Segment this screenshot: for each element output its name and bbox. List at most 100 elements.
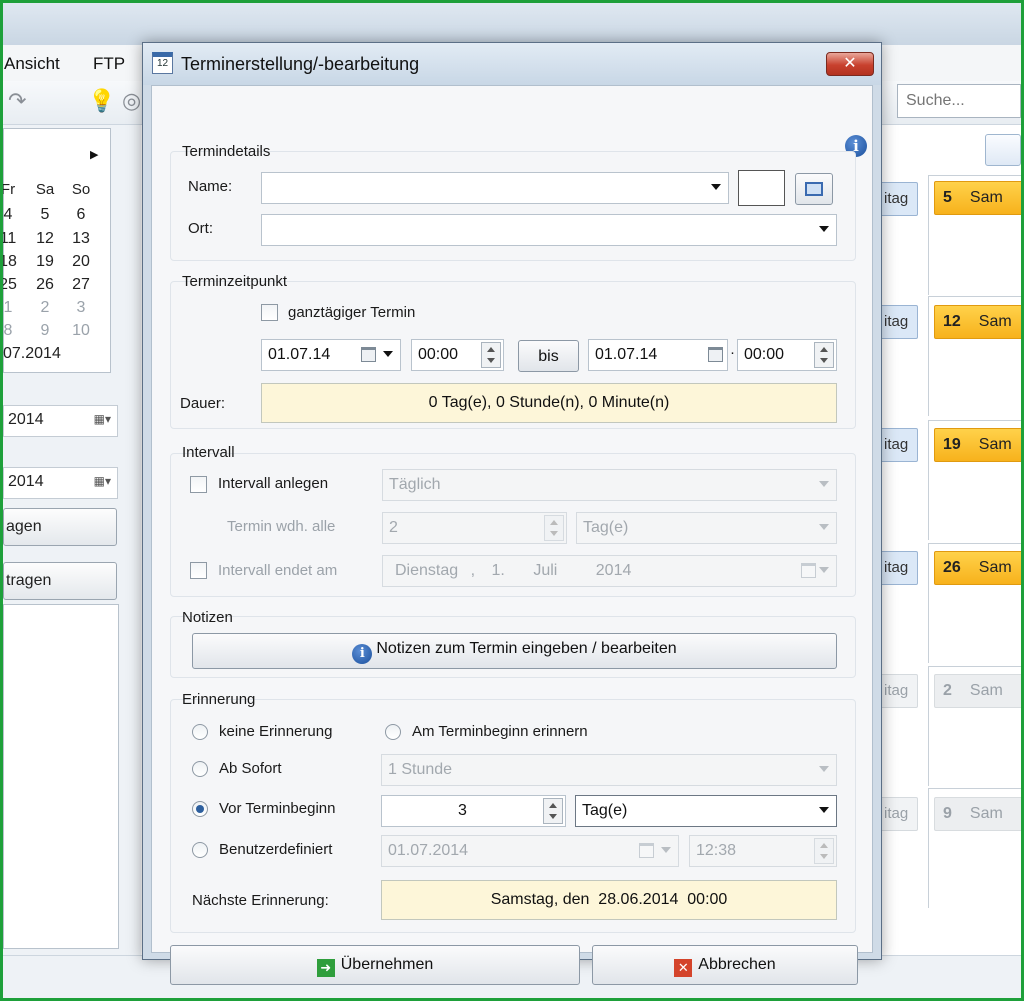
sidebar-date-picker[interactable]: 2014 ▦▾ [3, 467, 118, 499]
day-header[interactable]: 2 Sam [934, 674, 1024, 708]
lightbulb-icon[interactable]: 💡 [88, 88, 115, 114]
sidebar-button[interactable]: agen [3, 508, 117, 546]
notes-button[interactable]: i Notizen zum Termin eingeben / bearbeite… [192, 633, 837, 669]
day-header[interactable]: 12 Sam [934, 305, 1024, 339]
calendar-icon[interactable] [639, 843, 654, 858]
calendar-icon[interactable] [708, 347, 723, 362]
calendar-dropdown-icon[interactable]: ▦▾ [94, 412, 111, 426]
immediately-select[interactable]: 1 Stunde [381, 754, 837, 786]
day-header[interactable]: 9 Sam [934, 797, 1024, 831]
calendar-icon[interactable] [801, 563, 816, 578]
calendar-icon[interactable] [361, 347, 376, 362]
day-header[interactable]: 19 Sam [934, 428, 1024, 462]
cancel-button[interactable]: ✕ Abbrechen [592, 945, 858, 985]
weekday-chip[interactable]: itag [880, 305, 918, 339]
interval-frequency-select[interactable]: Täglich [382, 469, 837, 501]
radio-before-start-label: Vor Terminbeginn [219, 800, 336, 817]
chevron-down-icon[interactable] [711, 184, 721, 190]
dialog-title: Terminerstellung/-bearbeitung [181, 54, 420, 74]
chevron-down-icon[interactable] [819, 226, 829, 232]
end-date-picker[interactable]: 01.07.14 [588, 339, 728, 371]
ort-combobox[interactable] [261, 214, 837, 246]
sidebar-button[interactable]: tragen [3, 562, 117, 600]
calendar-week: 11 12 13 [0, 230, 90, 247]
menu-ansicht[interactable]: Ansicht [4, 54, 60, 74]
globe-icon[interactable]: ◎ [122, 88, 141, 114]
next-reminder-display: Samstag, den 28.06.2014 00:00 [381, 880, 837, 920]
calendar-week: 456 [3, 206, 86, 223]
sidebar-date-value: 2014 [8, 473, 44, 490]
calendar-month-label[interactable]: 07.2014 [3, 345, 61, 363]
ok-button[interactable]: ➜ Übernehmen [170, 945, 580, 985]
end-time-value: 00:00 [744, 346, 785, 363]
radio-immediately[interactable] [192, 761, 208, 777]
copy-icon [805, 182, 823, 196]
interval-checkbox[interactable] [190, 476, 207, 493]
sidebar-list [3, 604, 119, 949]
radio-at-start[interactable] [385, 724, 401, 740]
end-time-spinner[interactable]: 00:00 [737, 339, 837, 371]
search-input[interactable] [897, 84, 1021, 118]
calendar-dropdown-icon[interactable]: ▦▾ [94, 474, 111, 488]
start-date-picker[interactable]: 01.07.14 [261, 339, 401, 371]
before-start-unit-select[interactable]: Tag(e) [575, 795, 837, 827]
custom-date-value: 01.07.2014 [388, 842, 469, 859]
chevron-down-icon[interactable] [819, 766, 829, 772]
start-date-value: 01.07.14 [268, 346, 331, 363]
day-header[interactable]: 26 Sam [934, 551, 1024, 585]
repeat-spinner[interactable]: 2 [382, 512, 567, 544]
weekday-chip[interactable]: itag [880, 674, 918, 708]
repeat-label: Termin wdh. alle [227, 518, 336, 535]
calendar-icon: 12 [152, 52, 173, 74]
close-button[interactable]: ✕ [826, 52, 874, 76]
bis-button[interactable]: bis [518, 340, 579, 372]
cancel-button-label: Abbrechen [698, 956, 776, 973]
ort-label: Ort: [188, 220, 213, 237]
radio-no-reminder[interactable] [192, 724, 208, 740]
weekday-chip[interactable]: itag [880, 428, 918, 462]
spinner-icon[interactable] [544, 515, 564, 541]
spinner-icon[interactable] [481, 342, 501, 368]
copy-button[interactable] [795, 173, 833, 205]
chevron-down-icon[interactable] [383, 351, 393, 357]
weekday-chip[interactable]: itag [880, 797, 918, 831]
chevron-down-icon[interactable] [819, 567, 829, 573]
repeat-unit-value: Tag(e) [583, 519, 629, 536]
interval-end-checkbox[interactable] [190, 562, 207, 579]
before-start-spinner[interactable]: 3 [381, 795, 566, 827]
calendar-week: 25 26 27 [0, 276, 90, 293]
spinner-icon[interactable] [814, 342, 834, 368]
spinner-icon[interactable] [814, 838, 834, 864]
interval-end-label: Intervall endet am [218, 562, 338, 579]
allday-checkbox[interactable] [261, 304, 278, 321]
chevron-down-icon[interactable] [819, 524, 829, 530]
chevron-down-icon[interactable] [661, 847, 671, 853]
calendar-next-icon[interactable]: ▶ [90, 148, 98, 161]
day-header[interactable]: 5 Sam [934, 181, 1024, 215]
repeat-unit-select[interactable]: Tag(e) [576, 512, 837, 544]
weekday-chip[interactable]: itag [880, 551, 918, 585]
group-label: Termindetails [182, 143, 271, 160]
custom-date-picker[interactable]: 01.07.2014 [381, 835, 679, 867]
custom-time-spinner[interactable]: 12:38 [689, 835, 837, 867]
name-combobox[interactable] [261, 172, 729, 204]
sidebar-date-picker[interactable]: 2014 ▦▾ [3, 405, 118, 437]
dialog-titlebar[interactable]: 12 Terminerstellung/-bearbeitung ✕ [143, 43, 881, 85]
before-start-value: 3 [458, 802, 467, 819]
interval-end-date-picker[interactable]: Dienstag , 1. Juli 2014 [382, 555, 837, 587]
radio-before-start[interactable] [192, 801, 208, 817]
color-swatch[interactable] [738, 170, 785, 206]
weekday-chip[interactable]: itag [880, 182, 918, 216]
spinner-icon[interactable] [543, 798, 563, 824]
redo-icon[interactable]: ↷ [8, 88, 26, 114]
chevron-down-icon[interactable] [819, 481, 829, 487]
view-toggle-button[interactable] [985, 134, 1021, 166]
radio-custom[interactable] [192, 842, 208, 858]
end-year: 2014 [595, 562, 632, 579]
group-label: Erinnerung [182, 691, 256, 708]
menu-ftp[interactable]: FTP [93, 54, 125, 74]
chevron-down-icon[interactable] [819, 807, 829, 813]
notes-button-label: Notizen zum Termin eingeben / bearbeiten [376, 640, 677, 657]
start-time-spinner[interactable]: 00:00 [411, 339, 504, 371]
calendar-week: 18 19 20 [0, 253, 90, 270]
